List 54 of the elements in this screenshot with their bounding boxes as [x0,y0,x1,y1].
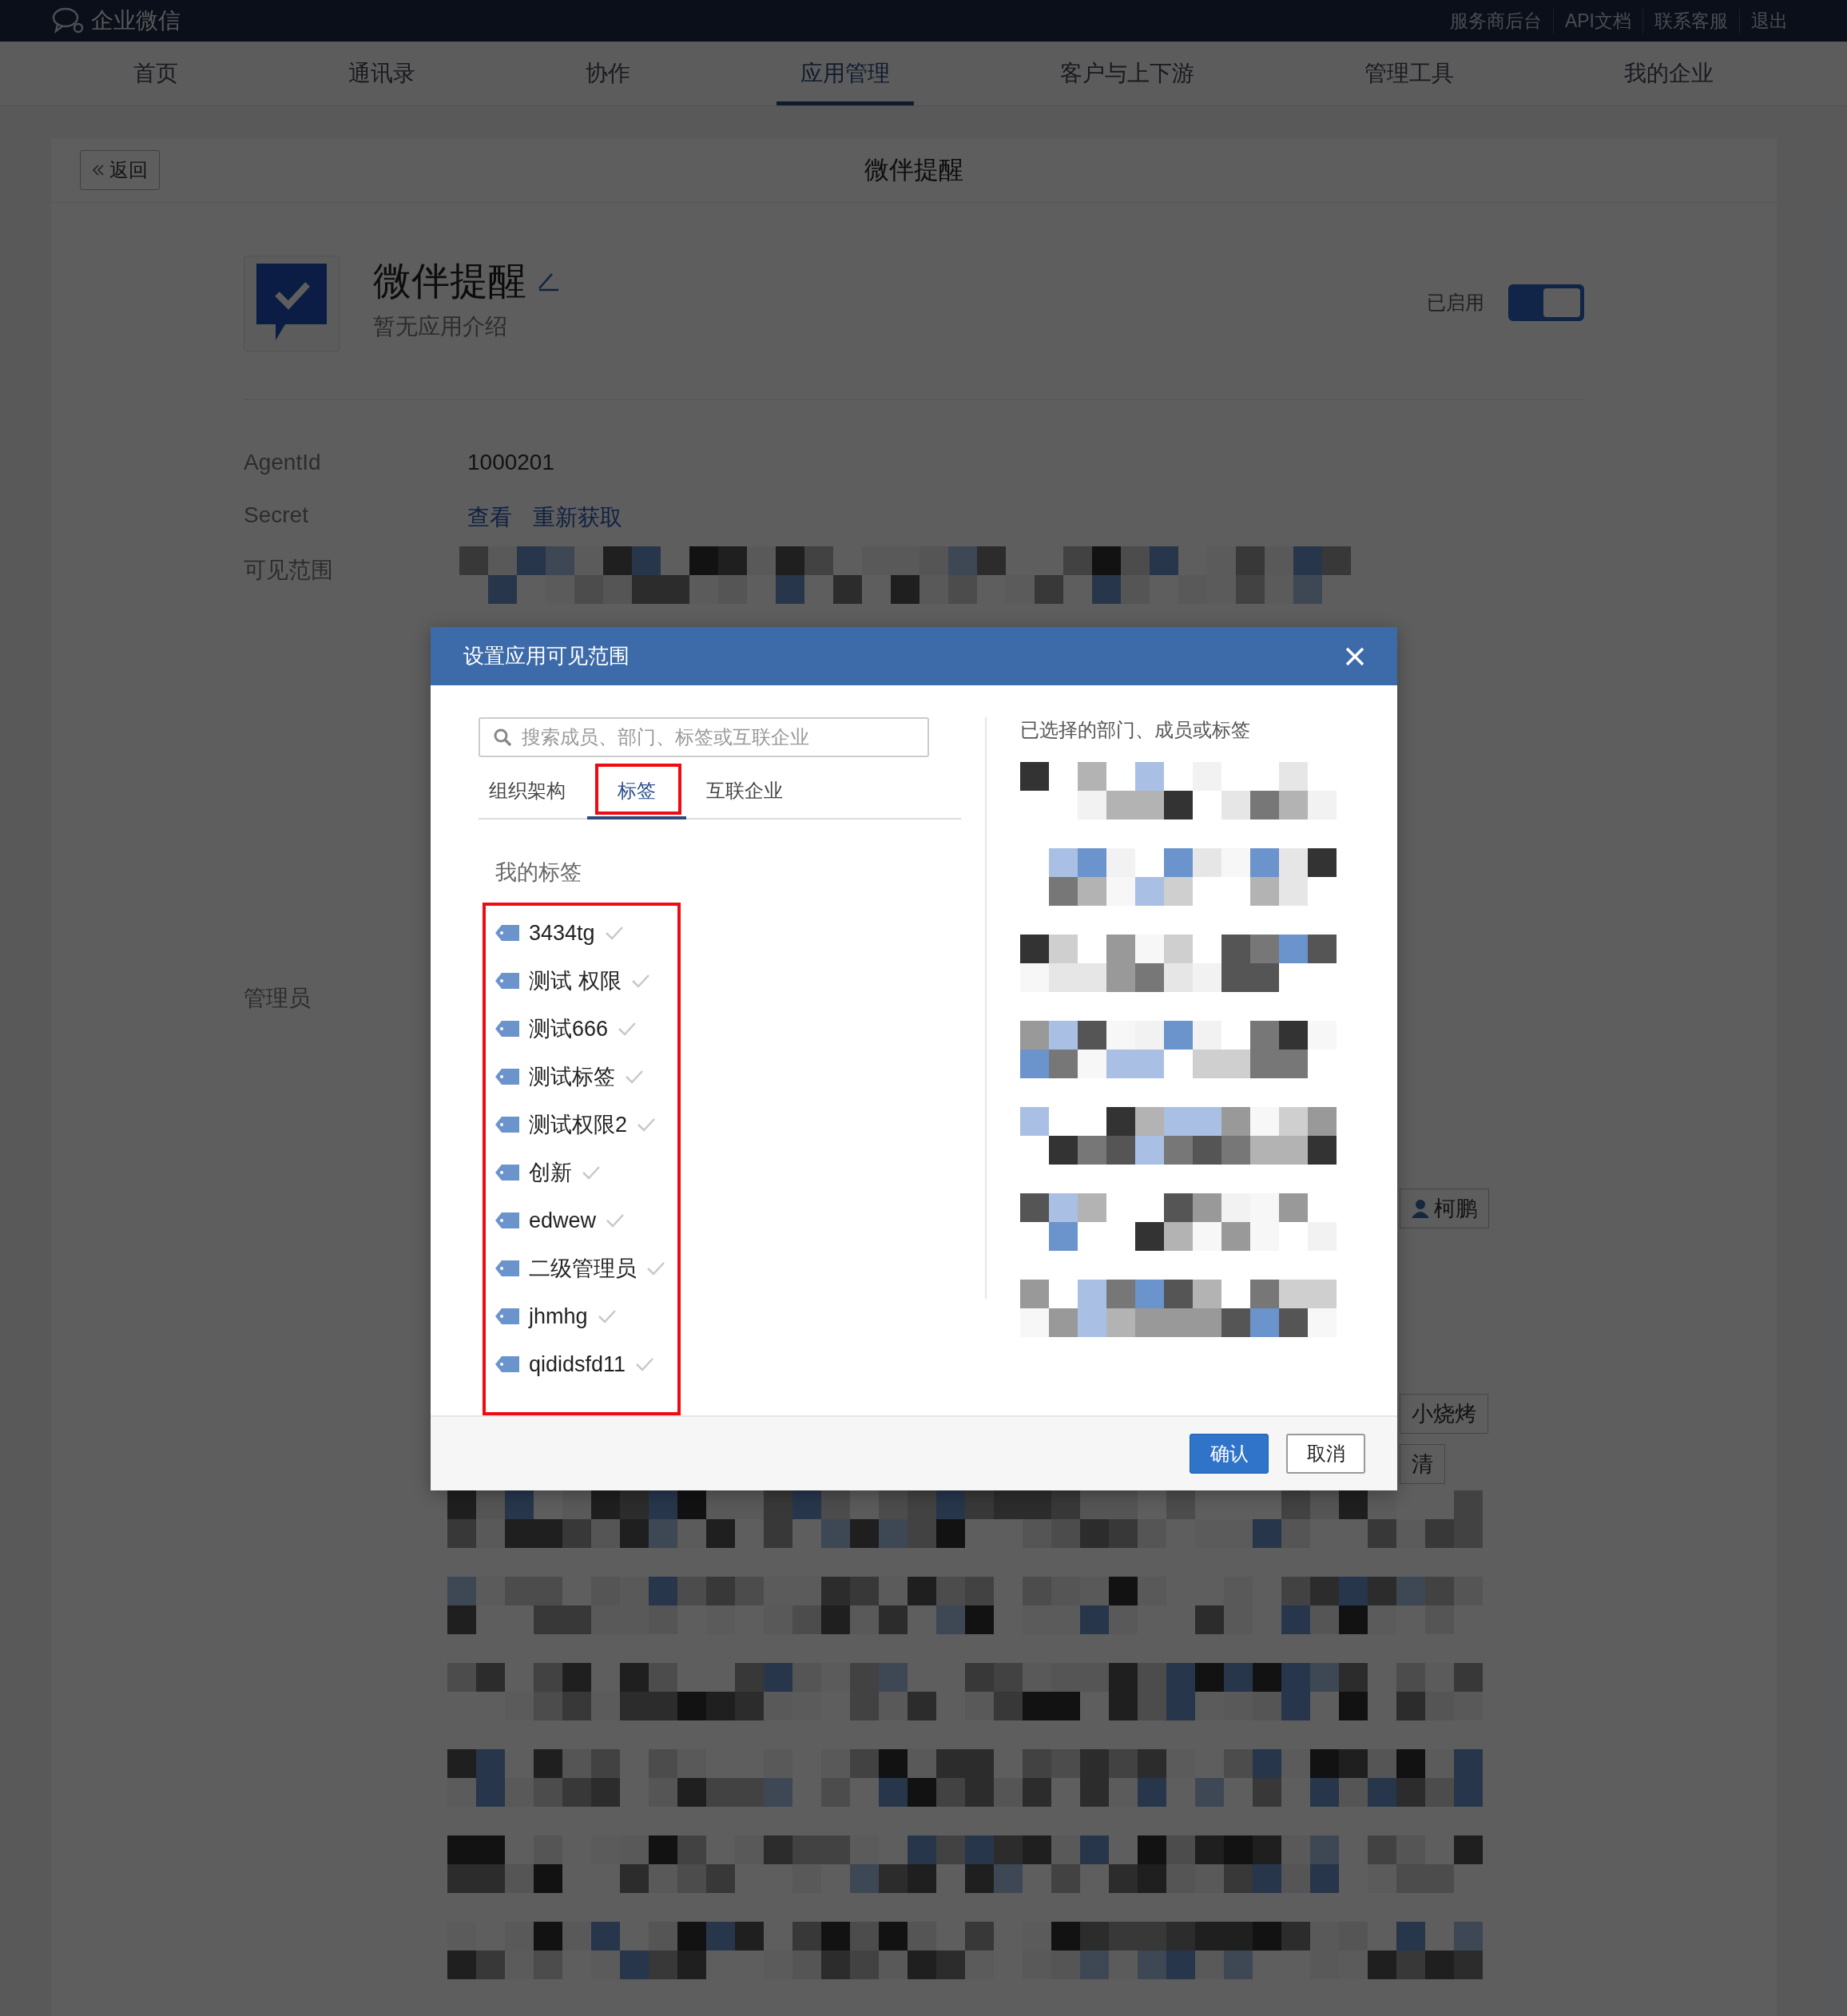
status-label: 已启用 [1427,291,1484,315]
tab[interactable]: 互联企业 [696,762,793,820]
nav-tab[interactable]: 客户与上下游 [1036,42,1219,105]
nav-tab[interactable]: 协作 [561,42,654,105]
tag-chip: 清 [1400,1444,1445,1484]
section-title: 我的标签 [495,859,582,887]
back-button[interactable]: 返回 [80,150,160,190]
tag-item[interactable]: 3434tg [529,920,595,946]
search-box[interactable]: 搜索成员、部门、标签或互联企业 [479,717,929,758]
tag-icon [495,1165,519,1181]
tag-icon [495,1212,519,1229]
tab[interactable]: 组织架构 [479,762,576,820]
tag-icon [495,1117,519,1133]
cancel-button[interactable]: 取消 [1286,1434,1365,1474]
logo-text: 企业微信 [91,7,181,34]
confirm-button[interactable]: 确认 [1190,1434,1269,1474]
search-icon [493,728,512,748]
nav-tab[interactable]: 首页 [109,42,202,105]
panel-title: 已选择的部门、成员或标签 [1020,718,1251,743]
page-title: 微伴提醒 [864,156,963,184]
double-chevron-icon [92,164,105,177]
tag-icon [495,925,519,942]
tag-icon [495,1308,519,1325]
tag-icon [495,1356,519,1373]
nav-tab[interactable]: 通讯录 [324,42,439,105]
tag-icon [495,973,519,990]
tag-item[interactable]: 测试权限2 [529,1110,628,1140]
app-name: 微伴提醒 [373,259,526,304]
tag-item[interactable]: jhmhg [529,1304,588,1329]
tag-item[interactable]: edwew [529,1208,597,1233]
tag-icon [495,1260,519,1277]
text-link[interactable]: 查看 [467,502,512,533]
tag-item[interactable]: 创新 [529,1158,572,1188]
tag-chip: 小烧烤 [1400,1394,1488,1434]
nav-tab[interactable]: 我的企业 [1600,42,1738,105]
tab[interactable]: 标签 [587,762,686,820]
tag-item[interactable]: 测试标签 [529,1062,615,1092]
tag-item[interactable]: qididsfd11 [529,1351,626,1377]
nav-tab[interactable]: 管理工具 [1341,42,1479,105]
text-link[interactable]: 重新获取 [533,502,622,533]
search-field[interactable]: 搜索成员、部门、标签或互联企业 [520,725,915,750]
tag-chip: 柯鹏 [1400,1189,1489,1228]
tag-icon [495,1021,519,1038]
enable-toggle[interactable] [1508,284,1584,321]
tag-item[interactable]: 测试666 [529,1014,609,1044]
person-icon [1412,1199,1429,1218]
nav-tab[interactable]: 应用管理 [777,42,914,105]
tag-item[interactable]: 二级管理员 [529,1254,637,1284]
tag-icon [495,1069,519,1085]
dialog-title: 设置应用可见范围 [463,643,630,670]
app-icon [244,256,340,351]
field-value: 1000201 [467,450,554,475]
close-button[interactable] [1345,645,1365,667]
tag-item[interactable]: 测试 权限 [529,966,622,996]
